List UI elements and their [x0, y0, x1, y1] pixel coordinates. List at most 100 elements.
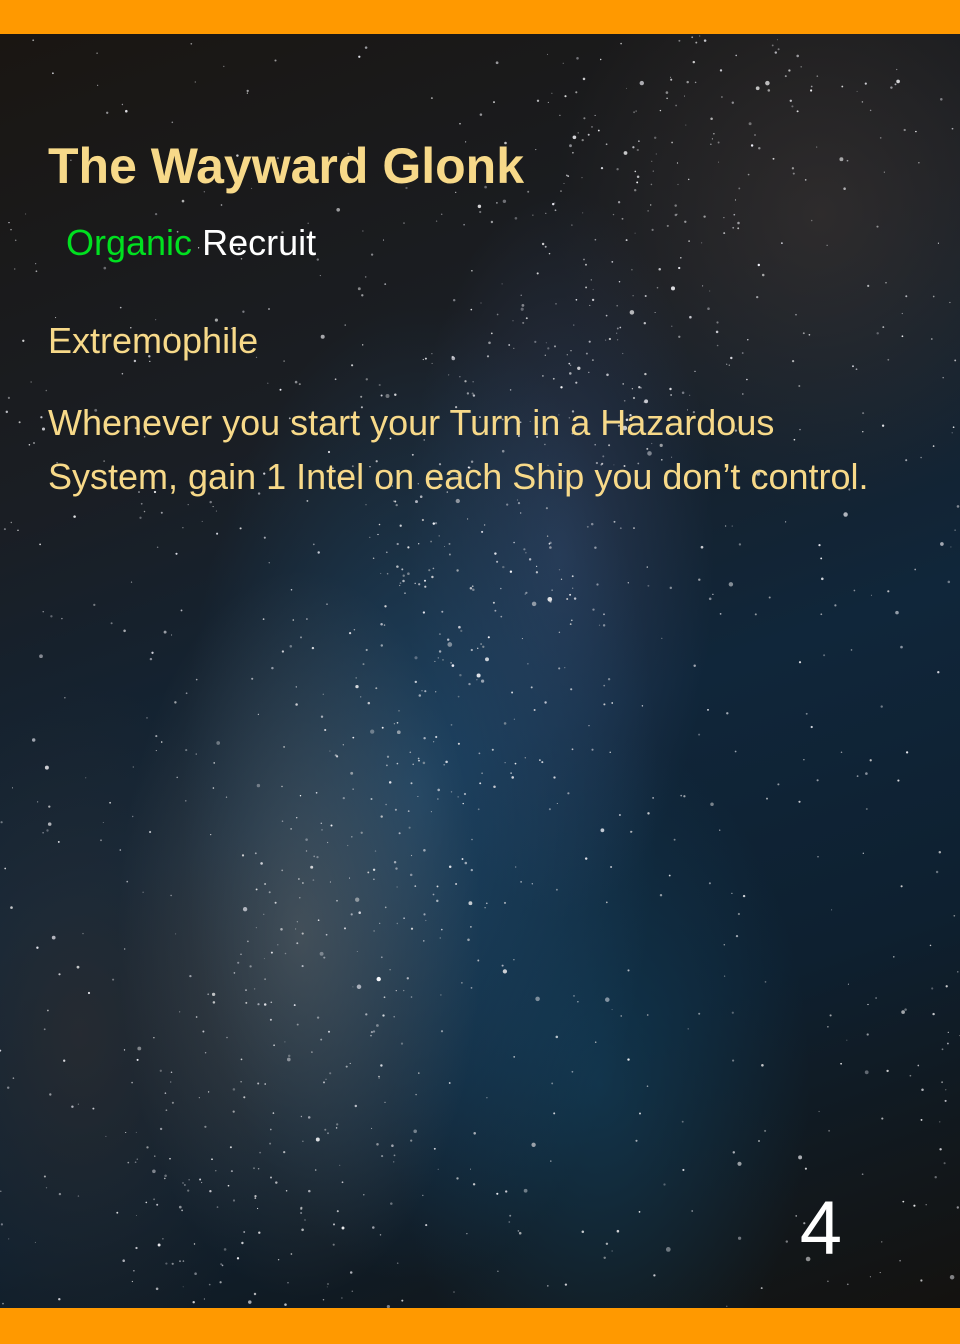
- star: [384, 605, 387, 608]
- star: [170, 1071, 173, 1073]
- star: [431, 353, 433, 355]
- star: [603, 613, 605, 616]
- star: [335, 1127, 338, 1129]
- star: [10, 228, 12, 231]
- star: [501, 283, 503, 285]
- star: [732, 1151, 736, 1154]
- star: [527, 190, 530, 193]
- star: [175, 933, 177, 935]
- star: [184, 1184, 186, 1186]
- star: [594, 114, 596, 116]
- star: [521, 638, 523, 640]
- star: [159, 1069, 162, 1072]
- star: [263, 1003, 267, 1006]
- star: [496, 1192, 499, 1195]
- star: [295, 686, 297, 688]
- star: [112, 978, 115, 981]
- star: [563, 182, 565, 185]
- star: [542, 375, 544, 377]
- star: [325, 933, 328, 936]
- star: [268, 562, 270, 564]
- star: [254, 1194, 257, 1198]
- star: [135, 1131, 137, 1133]
- star: [864, 1070, 869, 1075]
- star: [680, 794, 683, 797]
- star: [255, 888, 258, 891]
- star: [164, 1177, 166, 1180]
- star: [600, 166, 604, 170]
- star: [613, 520, 616, 523]
- star: [618, 280, 621, 283]
- star: [494, 609, 497, 612]
- star: [58, 1297, 61, 1301]
- star: [393, 723, 396, 725]
- star: [257, 1003, 260, 1006]
- star: [321, 829, 323, 831]
- star: [917, 1064, 920, 1067]
- star: [425, 1224, 428, 1227]
- star: [585, 352, 588, 355]
- star: [317, 551, 320, 554]
- star: [558, 667, 561, 670]
- star: [520, 307, 524, 311]
- star: [820, 557, 823, 560]
- star: [32, 39, 35, 42]
- star: [314, 1169, 317, 1171]
- star: [853, 589, 856, 592]
- card-type: Organic: [66, 222, 193, 263]
- star: [100, 839, 102, 842]
- star: [336, 1210, 339, 1213]
- star: [508, 344, 511, 346]
- star: [437, 657, 439, 659]
- star: [777, 783, 780, 786]
- star: [364, 46, 368, 49]
- star: [280, 928, 283, 931]
- star: [209, 1190, 212, 1193]
- star: [585, 263, 587, 266]
- star: [817, 856, 819, 858]
- star: [216, 1206, 219, 1208]
- star: [257, 1168, 260, 1170]
- ability-name: Extremophile: [48, 320, 259, 361]
- star: [839, 157, 844, 162]
- star: [254, 852, 257, 855]
- star: [603, 703, 606, 706]
- star: [533, 709, 536, 711]
- star: [688, 240, 690, 242]
- star: [789, 99, 793, 103]
- star: [952, 426, 955, 429]
- star: [765, 80, 770, 86]
- star: [957, 971, 959, 973]
- star: [417, 795, 419, 798]
- star: [109, 801, 112, 804]
- star: [571, 224, 573, 226]
- star: [430, 97, 433, 100]
- star: [121, 372, 124, 375]
- star: [920, 456, 922, 459]
- star: [430, 811, 432, 813]
- star: [402, 574, 405, 577]
- star: [687, 178, 690, 181]
- star: [810, 89, 813, 92]
- star: [290, 589, 293, 591]
- star: [566, 598, 569, 600]
- star: [918, 162, 920, 164]
- star: [253, 988, 256, 990]
- star: [450, 724, 453, 726]
- star: [410, 927, 414, 930]
- star: [840, 1062, 842, 1065]
- star: [448, 374, 450, 376]
- star: [259, 1151, 262, 1154]
- star: [808, 333, 811, 336]
- star: [132, 766, 134, 768]
- star: [304, 1219, 306, 1221]
- star: [42, 611, 44, 613]
- star: [509, 570, 513, 573]
- star: [479, 210, 482, 214]
- star: [631, 268, 633, 271]
- star: [719, 829, 721, 831]
- star: [518, 1231, 522, 1235]
- star: [570, 688, 573, 691]
- star: [341, 1181, 344, 1184]
- star: [914, 568, 917, 571]
